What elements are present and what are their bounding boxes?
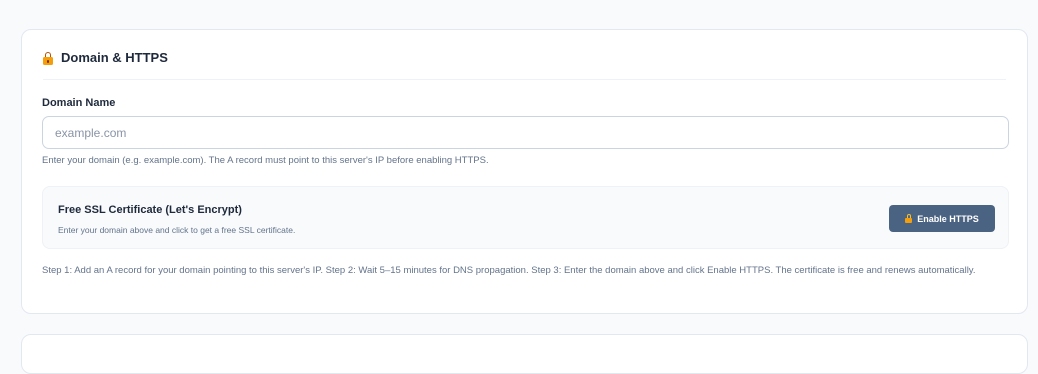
domain-https-card: Domain & HTTPS Domain Name Enter your do… (21, 29, 1028, 314)
section-title: Domain & HTTPS (61, 50, 168, 65)
enable-https-button[interactable]: Enable HTTPS (889, 205, 995, 232)
lock-icon (905, 214, 913, 223)
ssl-certificate-panel: Free SSL Certificate (Let's Encrypt) Ent… (42, 186, 1009, 249)
next-card (21, 334, 1028, 374)
domain-name-input[interactable] (42, 116, 1009, 149)
domain-helper-text: Enter your domain (e.g. example.com). Th… (42, 155, 489, 166)
ssl-subtitle: Enter your domain above and click to get… (58, 225, 296, 235)
card-header: Domain & HTTPS (43, 50, 1006, 80)
setup-instructions: Step 1: Add an A record for your domain … (42, 265, 976, 276)
ssl-title: Free SSL Certificate (Let's Encrypt) (58, 204, 242, 216)
domain-name-label: Domain Name (42, 97, 116, 109)
lock-icon (43, 52, 53, 65)
enable-https-label: Enable HTTPS (917, 213, 979, 224)
